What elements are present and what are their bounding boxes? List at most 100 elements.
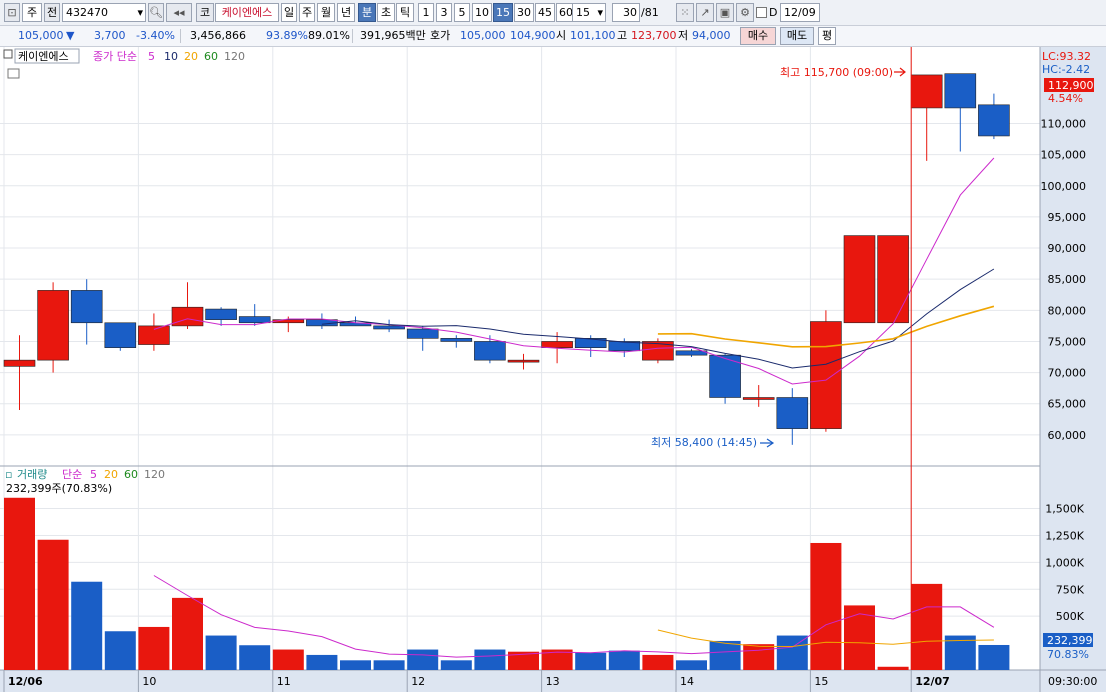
date-input[interactable]: 12/09 [780, 3, 820, 22]
time-tick-label: 15 [814, 675, 828, 688]
trade-amount: 391,965백만 [360, 29, 426, 42]
price-tick-label: 95,000 [1048, 211, 1087, 224]
price-tick-label: 60,000 [1048, 429, 1087, 442]
legend-ma10: 10 [164, 50, 178, 63]
open-price: 101,100 [570, 29, 616, 42]
interval-5[interactable]: 5 [454, 3, 470, 22]
period-day[interactable]: 일 [281, 3, 297, 22]
period-tick[interactable]: 틱 [396, 3, 414, 22]
candle-body [675, 350, 708, 356]
indicator-icon[interactable]: ⁙ [676, 3, 694, 22]
price-tick-label: 70,000 [1048, 367, 1087, 380]
volume-bar [810, 542, 842, 670]
volume-tick-label: 750K [1056, 583, 1085, 596]
period-minute[interactable]: 분 [358, 3, 376, 22]
volume-bar [978, 644, 1010, 670]
clock-label: 09:30:00 [1048, 675, 1097, 688]
min-price-label: 최저 58,400 (14:45) [651, 436, 757, 449]
market-select[interactable]: 주 [22, 3, 42, 22]
volume-bar [104, 631, 136, 670]
count-input[interactable]: 30 [612, 3, 640, 22]
chevron-down-icon[interactable]: ▾ [137, 4, 143, 21]
interval-45[interactable]: 45 [535, 3, 555, 22]
volume-legend-type: 단순 [62, 468, 82, 481]
chart-menu-icon[interactable]: ⊡ [4, 3, 20, 22]
speaker-icon[interactable]: ◂◂ [166, 3, 192, 22]
volume-bar [205, 635, 237, 670]
period-year[interactable]: 년 [337, 3, 355, 22]
ask-price: 105,000 [460, 29, 506, 42]
volume-tick-label: 500K [1056, 610, 1085, 623]
candle-body [373, 325, 405, 330]
open-label: 시 [556, 29, 567, 42]
draw-tool-icon[interactable]: ↗ [696, 3, 714, 22]
save-icon[interactable]: ▣ [716, 3, 734, 22]
price-tick-label: 100,000 [1041, 180, 1087, 193]
sell-button[interactable]: 매도 [780, 27, 814, 45]
volume-bar [676, 660, 707, 670]
divider [352, 29, 353, 43]
volume-bar [776, 635, 808, 670]
stock-chart[interactable]: 60,000 65,000 70,000 75,000 80,000 85,000 90,0… [0, 47, 1106, 692]
interval-select[interactable]: 15 ▾ [572, 3, 606, 22]
interval-30[interactable]: 30 [514, 3, 534, 22]
period-second[interactable]: 초 [377, 3, 395, 22]
candle-body [474, 341, 506, 361]
interval-15[interactable]: 15 [493, 3, 513, 22]
low-price: 94,000 [692, 29, 731, 42]
volume-bar [340, 660, 371, 670]
interval-3[interactable]: 3 [436, 3, 452, 22]
stock-name[interactable]: 케이엔에스 [215, 3, 279, 22]
interval-select-value: 15 [576, 6, 590, 19]
time-tick-label: 12/06 [8, 675, 43, 688]
volume-bar [373, 660, 405, 670]
candle-body [138, 325, 170, 345]
legend-ma60: 60 [204, 50, 218, 63]
kosdaq-mark: 코 [196, 3, 214, 22]
current-volume-pct: 70.83% [1047, 648, 1089, 661]
low-label: 저 [678, 29, 689, 42]
volume-bar [37, 539, 69, 670]
volume-info: 232,399주(70.83%) [6, 482, 112, 495]
candle [104, 322, 137, 351]
interval-1[interactable]: 1 [418, 3, 434, 22]
volume-tick-label: 1,500K [1045, 503, 1084, 516]
time-tick-label: 12/07 [915, 675, 950, 688]
prev-button[interactable]: 전 [44, 3, 60, 22]
period-week[interactable]: 주 [299, 3, 315, 22]
grid-toggle-icon[interactable] [7, 68, 20, 79]
time-tick-label: 11 [277, 675, 291, 688]
d-checkbox[interactable] [756, 7, 767, 18]
candle [642, 338, 674, 364]
time-tick-label: 14 [680, 675, 694, 688]
volume-bar [575, 652, 607, 670]
price-tick-label: 110,000 [1041, 118, 1087, 131]
volume-bar [407, 649, 439, 670]
eval-button[interactable]: 평 [818, 27, 836, 45]
candle-body [3, 359, 36, 367]
current-price-label: 112,900 [1048, 79, 1094, 92]
volume-bar [71, 581, 103, 670]
current-volume-label: 232,399 [1047, 634, 1093, 647]
price-tick-label: 90,000 [1048, 242, 1087, 255]
candle-body [440, 338, 473, 342]
buy-button[interactable]: 매수 [740, 27, 776, 45]
stock-code-value: 432470 [66, 6, 108, 19]
period-month[interactable]: 월 [317, 3, 335, 22]
gear-icon[interactable]: ⚙ [736, 3, 754, 22]
high-price: 123,700 [631, 29, 677, 42]
volume-legend-ma20: 20 [104, 468, 118, 481]
candle [37, 282, 69, 373]
legend-ma20: 20 [184, 50, 198, 63]
candle-body [843, 235, 876, 324]
high-label: 고 [617, 29, 628, 42]
interval-10[interactable]: 10 [472, 3, 492, 22]
hc-value: HC:-2.42 [1042, 63, 1090, 76]
legend-ma120: 120 [224, 50, 245, 63]
candle [877, 235, 909, 324]
search-icon[interactable]: 🔍︎ [148, 3, 164, 22]
stock-code-input[interactable]: 432470 ▾ [62, 3, 146, 22]
volume-bar [743, 644, 775, 670]
candle-body [944, 73, 977, 109]
candle [810, 310, 842, 432]
